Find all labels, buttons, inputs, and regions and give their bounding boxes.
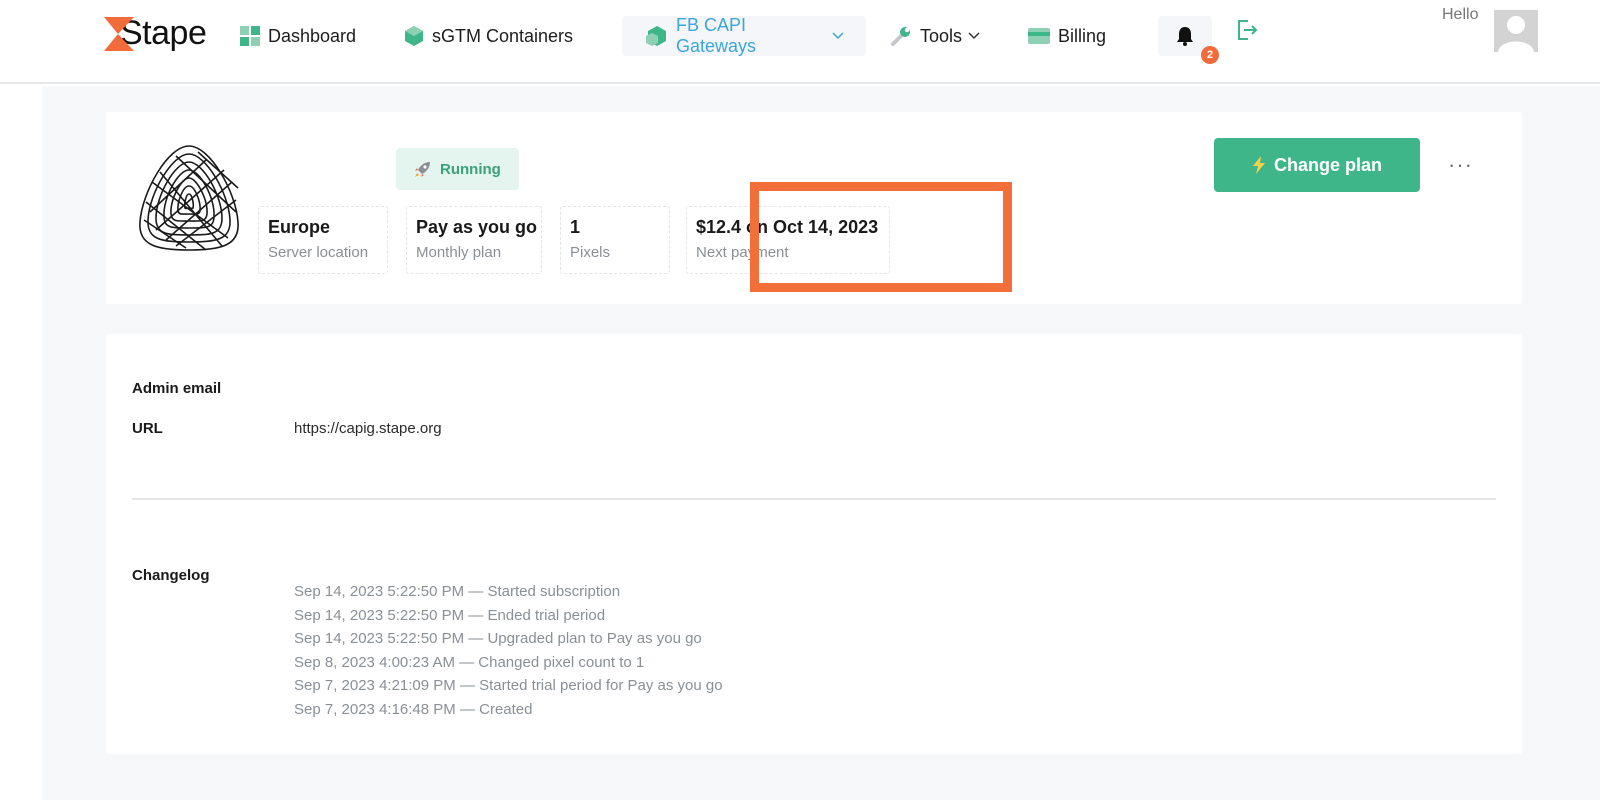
stat-value: 1	[570, 217, 581, 237]
nav-sgtm-containers-label: sGTM Containers	[432, 25, 574, 46]
nav-fb-capi-gateways[interactable]: FB CAPI Gateways	[622, 15, 866, 56]
chevron-down-icon	[968, 32, 980, 40]
stat-value: Pay as you go	[416, 217, 538, 237]
lightning-icon	[1252, 156, 1265, 174]
container-icon	[404, 25, 424, 47]
main-content: Running Europe Server location Pay as yo…	[42, 86, 1600, 800]
nav-billing[interactable]: Billing	[1028, 16, 1106, 56]
logout-icon	[1238, 20, 1258, 40]
gateway-fingerprint-icon	[139, 145, 239, 251]
logout-button[interactable]	[1236, 18, 1258, 47]
url-label: URL	[132, 420, 163, 437]
gateway-status-badge: Running	[396, 148, 519, 190]
nav-dashboard[interactable]: Dashboard	[240, 16, 356, 56]
next-payment-highlight-box	[750, 182, 1012, 292]
stape-logo[interactable]: Stape	[104, 14, 207, 53]
notification-count-badge: 2	[1201, 46, 1219, 64]
gateway-icon	[644, 25, 668, 47]
dashboard-icon	[240, 26, 260, 46]
admin-email-label: Admin email	[132, 380, 222, 397]
rocket-icon	[415, 162, 430, 177]
nav-tools[interactable]: Tools	[890, 16, 980, 56]
changelog-entry: Sep 14, 2023 5:22:50 PM — Upgraded plan …	[294, 630, 702, 647]
url-value[interactable]: https://capig.stape.org	[294, 420, 442, 437]
gateway-details-card: Admin email URL https://capig.stape.org …	[106, 334, 1522, 754]
changelog-entry: Sep 7, 2023 4:16:48 PM — Created	[294, 700, 533, 718]
gateway-status-text: Running	[440, 160, 501, 178]
nav-billing-label: Billing	[1058, 25, 1107, 46]
stat-value: Europe	[268, 217, 331, 237]
nav-sgtm-containers[interactable]: sGTM Containers	[404, 16, 573, 56]
stat-label: Monthly plan	[416, 244, 502, 261]
changelog-label: Changelog	[132, 567, 210, 584]
credit-card-icon	[1028, 28, 1050, 44]
changelog-entry: Sep 14, 2023 5:22:50 PM — Started subscr…	[294, 583, 621, 600]
stat-label: Pixels	[570, 244, 611, 261]
change-plan-label: Change plan	[1273, 154, 1382, 175]
user-avatar[interactable]	[1494, 10, 1538, 52]
nav-fb-capi-gateways-label: FB CAPI Gateways	[676, 15, 757, 56]
wrench-icon	[890, 25, 912, 47]
nav-dashboard-label: Dashboard	[268, 25, 357, 46]
changelog-entry: Sep 14, 2023 5:22:50 PM — Ended trial pe…	[294, 606, 606, 624]
chevron-down-icon	[832, 32, 844, 40]
stat-label: Server location	[268, 244, 369, 261]
change-plan-button[interactable]: Change plan	[1214, 138, 1420, 192]
section-divider	[132, 498, 1496, 500]
user-silhouette-icon	[1494, 10, 1538, 52]
changelog-entry: Sep 7, 2023 4:21:09 PM — Started trial p…	[294, 677, 723, 694]
user-greeting: Hello	[1442, 6, 1479, 23]
changelog-list: Sep 14, 2023 5:22:50 PM — Started subscr…	[294, 580, 723, 721]
stat-monthly-plan: Pay as you go Monthly plan	[406, 206, 542, 274]
changelog-entry: Sep 8, 2023 4:00:23 AM — Changed pixel c…	[294, 653, 645, 671]
top-navigation-bar: Stape Dashboard sGTM Containers FB CAPI …	[0, 0, 1600, 84]
stat-server-location: Europe Server location	[258, 206, 388, 274]
logo-mark-icon	[104, 16, 134, 51]
stat-pixels: 1 Pixels	[560, 206, 670, 274]
nav-tools-label: Tools	[920, 25, 963, 46]
bell-icon	[1177, 27, 1193, 46]
more-options-button[interactable]: ···	[1448, 152, 1473, 178]
gateway-summary-card: Running Europe Server location Pay as yo…	[106, 112, 1522, 304]
